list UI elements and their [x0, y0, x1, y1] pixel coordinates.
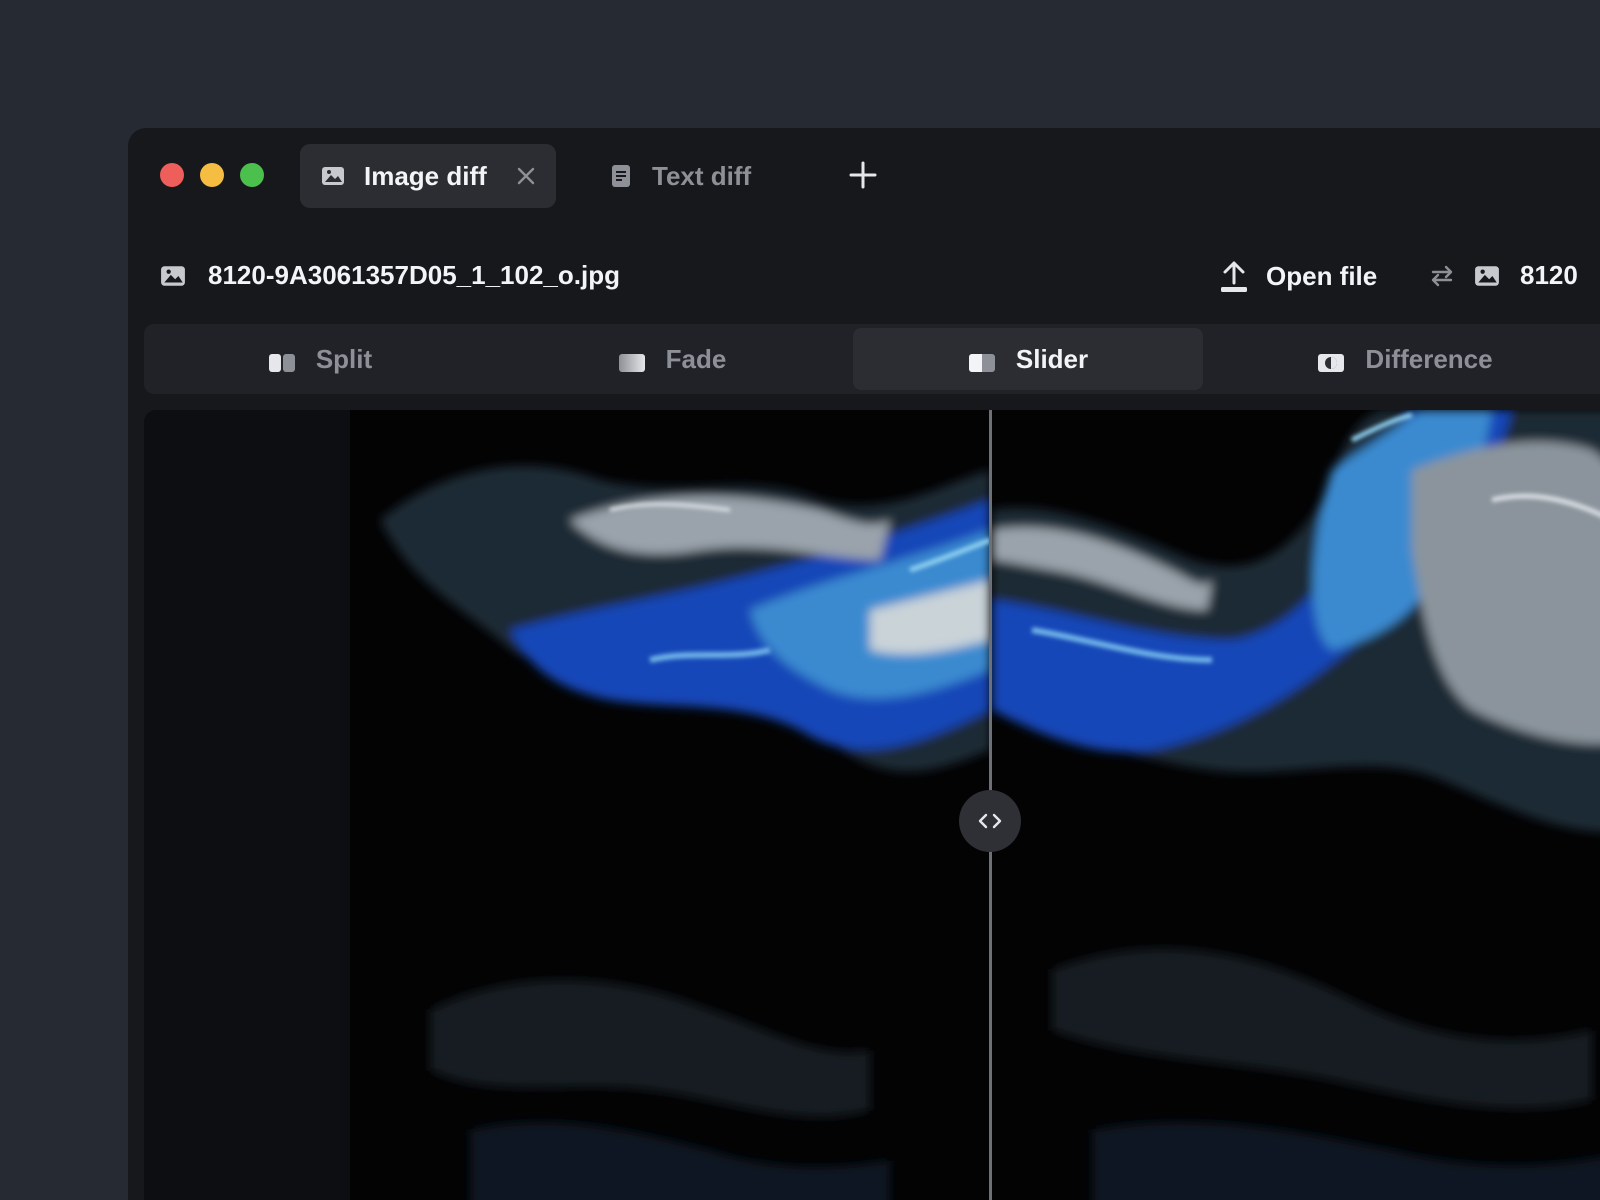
close-icon[interactable]: [514, 164, 538, 188]
document-icon: [608, 163, 634, 189]
mode-label: Difference: [1365, 343, 1493, 374]
minimize-window-button[interactable]: [200, 163, 224, 187]
plus-icon[interactable]: [846, 158, 880, 192]
mode-label: Split: [315, 343, 373, 374]
app-window: Image diff Text diff 8120-9A3061357D05_1…: [128, 128, 1600, 1200]
mode-difference[interactable]: Difference: [1210, 328, 1600, 390]
mode-slider[interactable]: Slider: [853, 328, 1203, 390]
slider-handle[interactable]: [959, 790, 1021, 852]
open-file-button[interactable]: Open file: [1218, 258, 1377, 294]
chevron-left-right-icon: [978, 813, 1002, 829]
slider-icon: [968, 349, 996, 372]
tab-label: Text diff: [652, 160, 752, 191]
tab-image-diff[interactable]: Image diff: [300, 144, 556, 208]
fade-icon: [618, 349, 646, 372]
split-icon: [268, 349, 296, 372]
image-icon: [320, 163, 346, 189]
close-window-button[interactable]: [160, 163, 184, 187]
view-mode-bar: Split Fade Slider Difference: [144, 324, 1600, 394]
difference-icon: [1317, 349, 1345, 372]
right-file-name: 8120: [1520, 260, 1578, 290]
mode-fade[interactable]: Fade: [500, 328, 844, 390]
image-compare-canvas[interactable]: [144, 410, 1600, 1200]
tab-label: Image diff: [364, 160, 487, 191]
right-image: [992, 410, 1600, 1200]
open-file-label: Open file: [1266, 260, 1378, 291]
tab-text-diff[interactable]: Text diff: [588, 144, 788, 208]
image-icon: [160, 265, 186, 291]
mode-label: Fade: [665, 343, 727, 374]
maximize-window-button[interactable]: [240, 163, 264, 187]
mode-split[interactable]: Split: [148, 328, 492, 390]
upload-icon: [1218, 259, 1250, 293]
swap-icon[interactable]: [1428, 262, 1456, 290]
left-image: [350, 410, 990, 1200]
left-file-name: 8120-9A3061357D05_1_102_o.jpg: [208, 260, 620, 290]
mode-label: Slider: [1015, 343, 1089, 374]
image-icon: [1474, 265, 1500, 291]
